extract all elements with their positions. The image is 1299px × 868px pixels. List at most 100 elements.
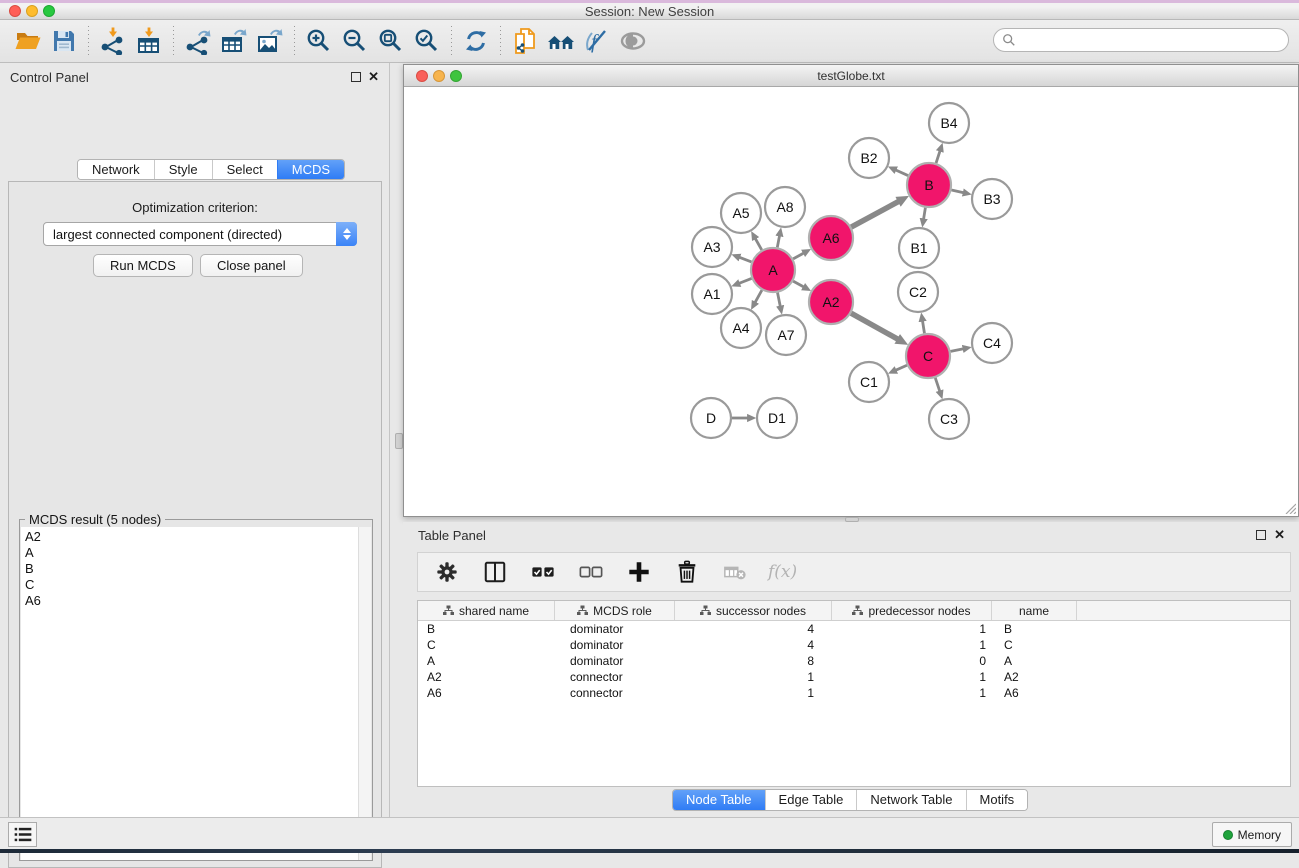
float-panel-icon[interactable]: [351, 72, 361, 82]
zoom-out-icon[interactable]: [337, 23, 373, 59]
run-mcds-button[interactable]: Run MCDS: [93, 254, 193, 277]
list-item[interactable]: A: [25, 545, 358, 561]
table-row[interactable]: A2connector11A2: [418, 669, 1290, 685]
search-input[interactable]: [993, 28, 1289, 52]
column-header-predecessor-nodes[interactable]: predecessor nodes: [832, 601, 992, 620]
tab-select[interactable]: Select: [212, 160, 277, 179]
settings-gear-icon[interactable]: [432, 557, 462, 587]
network-canvas[interactable]: AA1A2A3A4A5A6A7A8BB1B2B3B4CC1C2C3C4DD1: [404, 87, 1298, 516]
tab-mcds[interactable]: MCDS: [277, 160, 344, 179]
mcds-result-list[interactable]: A2 A B C A6: [21, 527, 359, 860]
window-title: Session: New Session: [0, 3, 1299, 20]
list-item[interactable]: A2: [25, 529, 358, 545]
graph-node-label: A1: [703, 286, 720, 302]
graph-edge[interactable]: [936, 151, 940, 164]
graph-node-label: C2: [909, 284, 927, 300]
table-row[interactable]: Cdominator41C: [418, 637, 1290, 653]
graph-edge[interactable]: [778, 293, 781, 307]
graph-edge[interactable]: [793, 253, 804, 259]
open-folder-icon[interactable]: [10, 23, 46, 59]
import-network-icon[interactable]: [95, 23, 131, 59]
network-window-titlebar: testGlobe.txt: [404, 65, 1298, 87]
home-layout-icon[interactable]: [543, 23, 579, 59]
tab-style[interactable]: Style: [154, 160, 212, 179]
show-columns-icon[interactable]: [480, 557, 510, 587]
split-divider-handle[interactable]: [395, 433, 403, 449]
refresh-icon[interactable]: [458, 23, 494, 59]
graph-node-label: A7: [777, 327, 794, 343]
task-history-icon[interactable]: [8, 822, 37, 847]
graph-node-label: B2: [860, 150, 877, 166]
zoom-fit-icon[interactable]: [373, 23, 409, 59]
table-row[interactable]: Adominator80A: [418, 653, 1290, 669]
memory-label: Memory: [1238, 828, 1281, 842]
graph-node-label: C1: [860, 374, 878, 390]
graph-edge[interactable]: [924, 208, 926, 220]
select-all-checkboxes-icon[interactable]: [528, 557, 558, 587]
optimization-criterion-label: Optimization criterion:: [9, 200, 381, 215]
column-header-mcds-role[interactable]: MCDS role: [555, 601, 675, 620]
graph-edge[interactable]: [851, 201, 899, 227]
new-network-from-selection-icon[interactable]: [507, 23, 543, 59]
graph-edge[interactable]: [777, 235, 779, 247]
graph-edge[interactable]: [739, 278, 752, 283]
column-header-name[interactable]: name: [992, 601, 1077, 620]
export-image-icon[interactable]: [252, 23, 288, 59]
column-header-successor-nodes[interactable]: successor nodes: [675, 601, 832, 620]
graph-node-label: A3: [703, 239, 720, 255]
tab-network[interactable]: Network: [78, 160, 154, 179]
column-header-shared-name[interactable]: shared name: [418, 601, 555, 620]
toolbar-separator: [451, 26, 452, 56]
graph-edge[interactable]: [922, 321, 924, 334]
delete-column-icon[interactable]: [672, 557, 702, 587]
graph-edge[interactable]: [793, 281, 804, 287]
list-item[interactable]: A6: [25, 593, 358, 609]
hide-details-icon[interactable]: f: [579, 23, 615, 59]
close-panel-icon[interactable]: ✕: [368, 69, 379, 85]
function-builder-disabled-icon: f(x): [768, 562, 797, 582]
add-column-icon[interactable]: [624, 557, 654, 587]
tab-node-table[interactable]: Node Table: [673, 790, 765, 810]
tab-motifs[interactable]: Motifs: [966, 790, 1028, 810]
save-icon[interactable]: [46, 23, 82, 59]
eye-icon[interactable]: [615, 23, 651, 59]
graph-edge[interactable]: [739, 257, 751, 262]
optimization-criterion-dropdown[interactable]: largest connected component (directed): [43, 222, 357, 246]
list-scrollbar[interactable]: [358, 527, 371, 860]
graph-edge[interactable]: [755, 238, 762, 250]
close-panel-button[interactable]: Close panel: [200, 254, 303, 277]
tab-edge-table[interactable]: Edge Table: [765, 790, 857, 810]
graph-edge[interactable]: [755, 290, 762, 302]
tab-network-table[interactable]: Network Table: [856, 790, 965, 810]
network-graph[interactable]: AA1A2A3A4A5A6A7A8BB1B2B3B4CC1C2C3C4DD1: [404, 87, 1298, 516]
desktop-background-strip: [0, 849, 1299, 853]
graph-edge[interactable]: [951, 190, 963, 193]
graph-edge[interactable]: [896, 365, 907, 370]
window-titlebar: Session: New Session: [0, 0, 1299, 20]
list-item[interactable]: B: [25, 561, 358, 577]
float-panel-icon[interactable]: [1256, 530, 1266, 540]
graph-node-label: A: [768, 262, 778, 278]
resize-grip-icon[interactable]: [1284, 502, 1296, 514]
graph-edge[interactable]: [951, 349, 964, 352]
control-panel-tabs: Network Style Select MCDS: [77, 159, 345, 180]
zoom-selected-icon[interactable]: [409, 23, 445, 59]
zoom-in-icon[interactable]: [301, 23, 337, 59]
dropdown-stepper-icon: [336, 222, 357, 246]
close-panel-icon[interactable]: ✕: [1274, 527, 1285, 543]
graph-edge[interactable]: [935, 378, 940, 392]
table-row[interactable]: A6connector11A6: [418, 685, 1290, 701]
dropdown-value: largest connected component (directed): [53, 227, 282, 242]
list-item[interactable]: C: [25, 577, 358, 593]
table-toolbar: f(x): [417, 552, 1291, 592]
memory-button[interactable]: Memory: [1212, 822, 1292, 847]
graph-edge[interactable]: [895, 170, 908, 176]
graph-node-label: C4: [983, 335, 1001, 351]
export-network-icon[interactable]: [180, 23, 216, 59]
export-table-icon[interactable]: [216, 23, 252, 59]
graph-edge[interactable]: [851, 313, 898, 339]
table-row[interactable]: Bdominator41B: [418, 621, 1290, 637]
import-table-icon[interactable]: [131, 23, 167, 59]
graph-node-label: A4: [732, 320, 749, 336]
unselect-all-checkboxes-icon[interactable]: [576, 557, 606, 587]
